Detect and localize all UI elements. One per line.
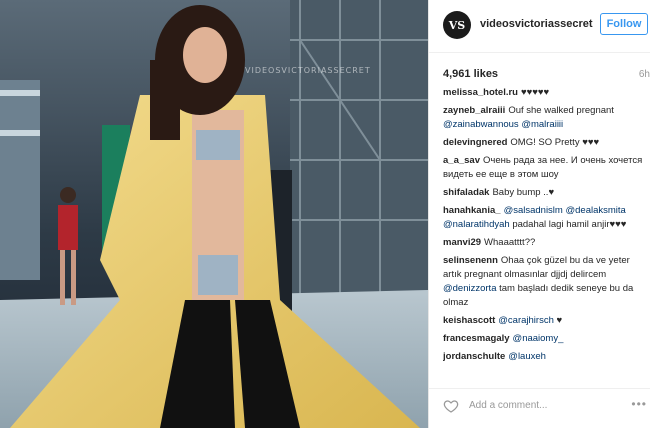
comment-username[interactable]: delevingnered: [443, 137, 507, 148]
comment-username[interactable]: selinsenenn: [443, 255, 498, 266]
post-photo[interactable]: VIDEOSVICTORIASSECRET: [0, 0, 428, 428]
likes-count[interactable]: 4,961 likes: [443, 68, 498, 80]
heart-icon[interactable]: [443, 398, 459, 414]
comment-mention[interactable]: @malraiiii: [521, 119, 563, 130]
comment-text: Ouf she walked pregnant: [508, 105, 614, 116]
comment-item: a_a_sav Очень рада за нее. И очень хочетс…: [443, 154, 647, 182]
runway-photo: [0, 0, 428, 428]
comment-text: ♥: [553, 315, 563, 326]
comment-item: jordanschulte @lauxeh: [443, 350, 647, 364]
comment-text: Baby bump ..♥: [492, 187, 555, 198]
comment-text: padahal lagi hamil anjir♥♥♥: [509, 219, 627, 230]
comment-item: shifaladak Baby bump ..♥: [443, 186, 647, 200]
comment-mention[interactable]: @carajhirsch: [498, 315, 554, 326]
comment-mention[interactable]: @nalaratihdyah: [443, 219, 510, 230]
username-link[interactable]: videosvictoriassecret: [480, 18, 593, 30]
comment-mention[interactable]: @zainabwannous: [443, 119, 519, 130]
comment-username[interactable]: francesmagaly: [443, 333, 510, 344]
comment-username[interactable]: zayneb_alraiii: [443, 105, 505, 116]
post-header: VS videosvictoriassecret Follow: [429, 0, 650, 53]
comment-item: keishascott @carajhirsch ♥: [443, 314, 647, 328]
comment-text: ♥♥♥♥♥: [520, 87, 550, 98]
post-side-panel: VS videosvictoriassecret Follow 4,961 li…: [428, 0, 650, 428]
comment-username[interactable]: hanahkania_: [443, 205, 501, 216]
comment-username[interactable]: melissa_hotel.ru: [443, 87, 518, 98]
add-comment-input[interactable]: Add a comment...: [469, 400, 547, 411]
comment-mention[interactable]: @dealaksmita: [565, 205, 625, 216]
comment-bar: Add a comment... •••: [429, 388, 650, 429]
comment-username[interactable]: a_a_sav: [443, 155, 480, 166]
follow-button[interactable]: Follow: [600, 13, 648, 35]
comment-item: hanahkania_ @salsadnislm @dealaksmita @na…: [443, 204, 647, 232]
comment-item: delevingnered OMG! SO Pretty ♥♥♥: [443, 136, 647, 150]
comment-mention[interactable]: @naaiomy_: [513, 333, 564, 344]
more-options-icon[interactable]: •••: [631, 397, 647, 411]
comment-list: melissa_hotel.ru ♥♥♥♥♥ zayneb_alraiii Ouf s…: [443, 86, 647, 382]
comment-username[interactable]: keishascott: [443, 315, 495, 326]
comment-mention[interactable]: @salsadnislm: [504, 205, 563, 216]
comment-username[interactable]: shifaladak: [443, 187, 489, 198]
comment-username[interactable]: manvi29: [443, 237, 481, 248]
comment-mention[interactable]: @lauxeh: [508, 351, 546, 362]
photo-watermark: VIDEOSVICTORIASSECRET: [245, 66, 371, 75]
comment-mention[interactable]: @denizzorta: [443, 283, 496, 294]
comment-item: zayneb_alraiii Ouf she walked pregnant @z…: [443, 104, 647, 132]
comment-username[interactable]: jordanschulte: [443, 351, 505, 362]
avatar[interactable]: VS: [443, 11, 471, 39]
comment-item: melissa_hotel.ru ♥♥♥♥♥: [443, 86, 647, 100]
comment-item: manvi29 Whaaatttt??: [443, 236, 647, 250]
comment-text: OMG! SO Pretty ♥♥♥: [510, 137, 600, 148]
post-age[interactable]: 6h: [639, 69, 650, 80]
comment-text: Whaaatttt??: [484, 237, 536, 248]
comment-item: selinsenenn Ohaa çok güzel bu da ve yeter…: [443, 254, 647, 310]
comment-item: francesmagaly @naaiomy_: [443, 332, 647, 346]
